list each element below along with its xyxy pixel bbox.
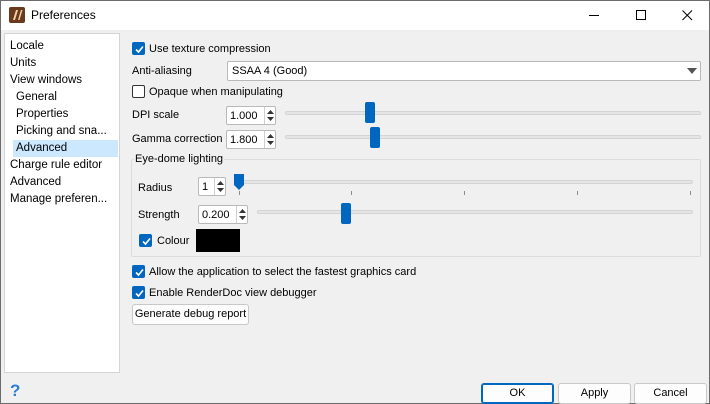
radius-slider-tick bbox=[690, 191, 691, 195]
sidebar-item-properties[interactable]: Properties bbox=[16, 106, 118, 123]
radius-spinbox[interactable]: 1 bbox=[198, 177, 226, 196]
colour-label: Colour bbox=[157, 235, 190, 247]
dpi-scale-value: 1.000 bbox=[230, 110, 258, 122]
radius-slider-handle[interactable] bbox=[233, 173, 245, 191]
anti-aliasing-label: Anti-aliasing bbox=[132, 65, 192, 77]
dpi-scale-slider-track[interactable] bbox=[285, 111, 701, 115]
maximize-icon bbox=[635, 10, 646, 20]
apply-button[interactable]: Apply bbox=[558, 383, 631, 404]
fastest-graphics-card-checkbox[interactable] bbox=[132, 265, 145, 278]
anti-aliasing-dropdown[interactable]: SSAA 4 (Good) bbox=[227, 61, 701, 81]
texture-compression-checkbox[interactable] bbox=[132, 42, 145, 55]
arrow-up-icon bbox=[217, 181, 224, 185]
arrow-up-icon bbox=[239, 209, 246, 213]
dpi-scale-slider-handle[interactable] bbox=[365, 102, 375, 123]
minimize-icon bbox=[588, 15, 599, 16]
opaque-manipulating-checkbox[interactable] bbox=[132, 85, 145, 98]
arrow-down-icon bbox=[217, 188, 224, 192]
close-button[interactable] bbox=[664, 1, 710, 30]
fastest-graphics-card-label: Allow the application to select the fast… bbox=[149, 266, 417, 278]
colour-checkbox[interactable] bbox=[139, 234, 152, 247]
strength-slider-handle[interactable] bbox=[341, 203, 351, 224]
generate-debug-report-button[interactable]: Generate debug report bbox=[132, 304, 249, 325]
arrow-down-icon bbox=[267, 117, 274, 121]
radius-slider-track[interactable] bbox=[237, 180, 693, 184]
radius-slider-tick bbox=[464, 191, 465, 195]
dpi-scale-spinbox[interactable]: 1.000 bbox=[226, 106, 276, 125]
checkmark-icon bbox=[135, 289, 144, 298]
strength-spinbox[interactable]: 0.200 bbox=[198, 205, 248, 224]
minimize-button[interactable] bbox=[571, 1, 617, 30]
eye-dome-lighting-title: Eye-dome lighting bbox=[134, 153, 225, 165]
renderdoc-checkbox[interactable] bbox=[132, 286, 145, 299]
checkmark-icon bbox=[135, 268, 144, 277]
gamma-correction-spinbox[interactable]: 1.800 bbox=[226, 130, 276, 149]
arrow-down-icon bbox=[239, 216, 246, 220]
radius-label: Radius bbox=[138, 182, 173, 194]
sidebar-item-manage-preferences[interactable]: Manage preferen... bbox=[10, 191, 118, 208]
sidebar-item-locale[interactable]: Locale bbox=[10, 38, 118, 55]
preferences-window: Preferences Locale Units View windows Ge… bbox=[0, 0, 710, 404]
checkmark-icon bbox=[135, 45, 144, 54]
gamma-correction-slider-track[interactable] bbox=[285, 135, 701, 139]
maximize-button[interactable] bbox=[618, 1, 664, 30]
radius-slider-tick bbox=[239, 191, 240, 195]
checkmark-icon bbox=[142, 237, 151, 246]
sidebar-item-advanced[interactable]: Advanced bbox=[10, 174, 118, 191]
radius-value: 1 bbox=[202, 181, 209, 193]
cancel-button[interactable]: Cancel bbox=[634, 383, 707, 404]
sidebar-item-view-advanced[interactable]: Advanced bbox=[13, 140, 118, 157]
gamma-correction-label: Gamma correction bbox=[132, 133, 223, 145]
colour-swatch[interactable] bbox=[196, 229, 240, 252]
renderdoc-label: Enable RenderDoc view debugger bbox=[149, 287, 317, 299]
dpi-scale-label: DPI scale bbox=[132, 109, 180, 121]
gamma-correction-value: 1.800 bbox=[230, 134, 258, 146]
category-tree[interactable]: Locale Units View windows General Proper… bbox=[4, 33, 120, 373]
strength-slider-track[interactable] bbox=[257, 210, 693, 214]
radius-slider-tick bbox=[577, 191, 578, 195]
app-logo-icon bbox=[9, 7, 25, 23]
chevron-down-icon bbox=[687, 68, 697, 74]
gamma-correction-stepper[interactable] bbox=[264, 131, 275, 148]
sidebar-item-picking-and-snapping[interactable]: Picking and sna... bbox=[16, 123, 118, 140]
strength-stepper[interactable] bbox=[236, 206, 247, 223]
texture-compression-label: Use texture compression bbox=[149, 43, 271, 55]
arrow-down-icon bbox=[267, 141, 274, 145]
sidebar-item-charge-rule-editor[interactable]: Charge rule editor bbox=[10, 157, 118, 174]
strength-label: Strength bbox=[138, 209, 180, 221]
title-bar: Preferences bbox=[1, 1, 709, 30]
strength-value: 0.200 bbox=[202, 209, 230, 221]
help-icon[interactable]: ? bbox=[9, 381, 23, 399]
sidebar-item-general[interactable]: General bbox=[16, 89, 118, 106]
anti-aliasing-value: SSAA 4 (Good) bbox=[232, 65, 308, 77]
window-title: Preferences bbox=[31, 8, 96, 22]
sidebar-item-units[interactable]: Units bbox=[10, 55, 118, 72]
close-icon bbox=[681, 10, 692, 21]
gamma-correction-slider-handle[interactable] bbox=[370, 127, 380, 148]
radius-slider-tick bbox=[351, 191, 352, 195]
arrow-up-icon bbox=[267, 110, 274, 114]
arrow-up-icon bbox=[267, 134, 274, 138]
svg-text:?: ? bbox=[10, 381, 20, 399]
dpi-scale-stepper[interactable] bbox=[264, 107, 275, 124]
radius-stepper[interactable] bbox=[214, 178, 225, 195]
sidebar-item-view-windows[interactable]: View windows bbox=[10, 72, 118, 89]
ok-button[interactable]: OK bbox=[481, 383, 554, 404]
opaque-manipulating-label: Opaque when manipulating bbox=[149, 86, 283, 98]
